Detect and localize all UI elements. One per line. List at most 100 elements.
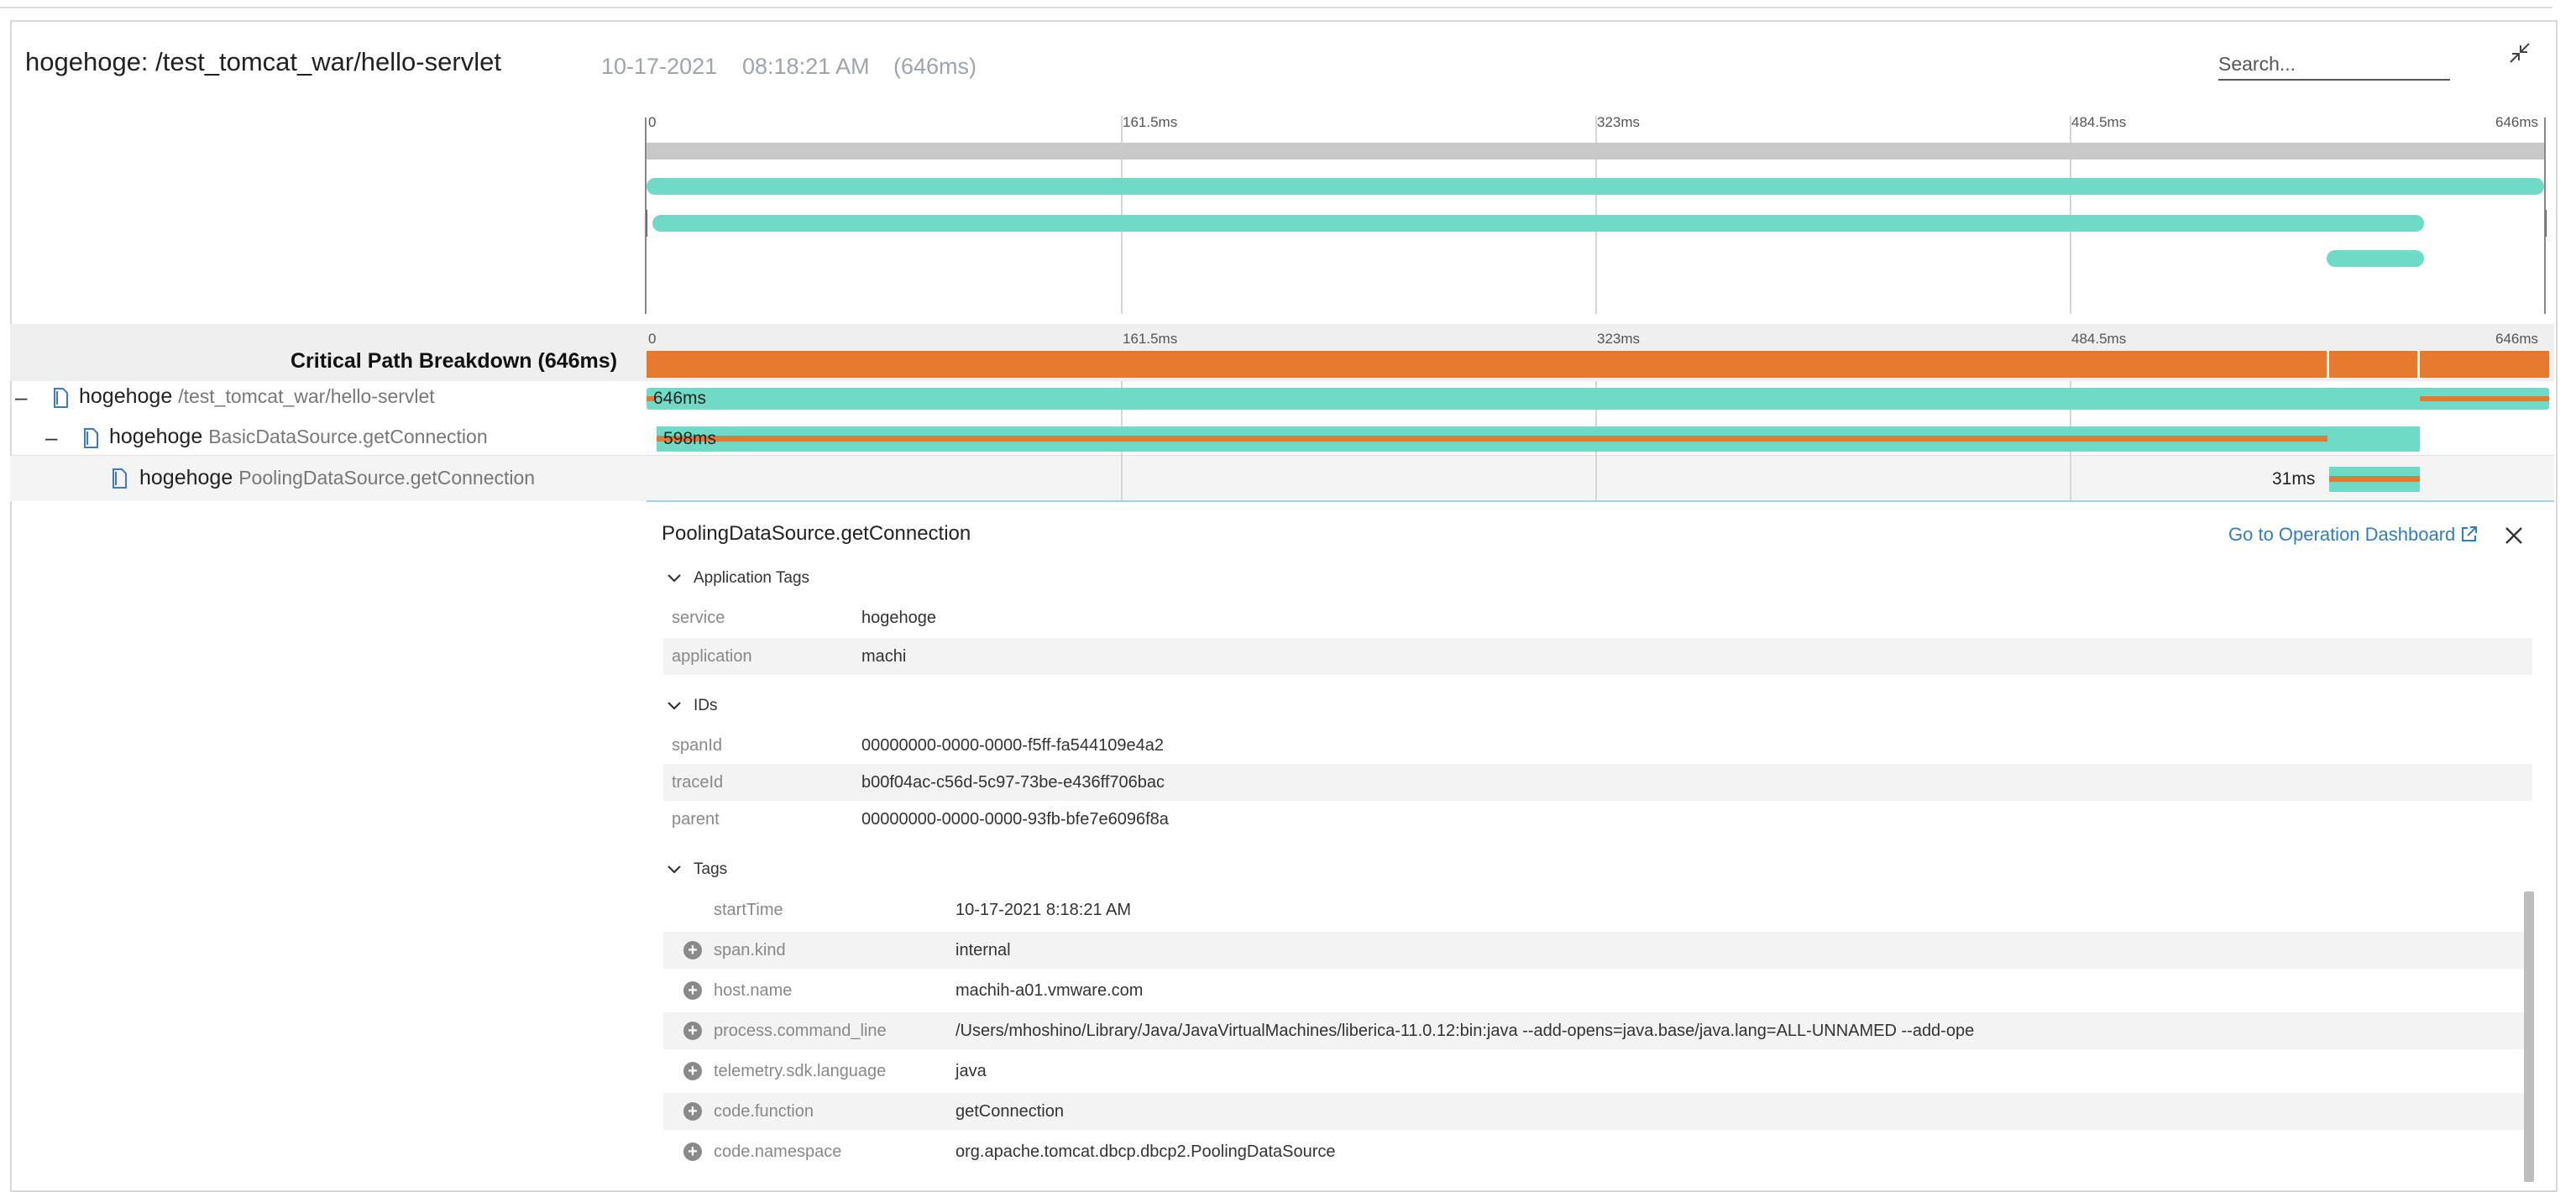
span-operation: BasicDataSource.getConnection (208, 426, 488, 447)
kv-row: + code.namespace org.apache.tomcat.dbcp.… (663, 1133, 2532, 1170)
add-filter-icon[interactable]: + (683, 1102, 702, 1121)
axis-tick-label: 0 (648, 114, 657, 130)
add-filter-icon[interactable]: + (683, 1022, 702, 1040)
detail-title: PoolingDataSource.getConnection (662, 522, 971, 545)
tag-key: application (672, 647, 752, 666)
overview-span-bar (652, 215, 2424, 232)
top-divider (0, 0, 2552, 8)
tag-key: code.function (714, 1102, 814, 1121)
overview-span-bar (2327, 250, 2424, 267)
span-operation: /test_tomcat_war/hello-servlet (178, 385, 435, 407)
tags-scrollbar[interactable] (2524, 891, 2534, 1182)
document-icon (111, 468, 128, 493)
tag-key: code.namespace (714, 1142, 842, 1161)
critical-path-segment (2329, 476, 2420, 482)
tag-value: org.apache.tomcat.dbcp.dbcp2.PoolingData… (956, 1142, 1336, 1161)
tag-key: telemetry.sdk.language (714, 1062, 887, 1080)
critical-path-bar (647, 351, 2549, 378)
section-tags[interactable]: Tags (694, 860, 727, 879)
collapse-icon[interactable] (2507, 40, 2532, 65)
tag-key: span.kind (714, 941, 786, 959)
overview-right-border (2544, 118, 2546, 314)
tag-key: service (672, 609, 725, 627)
collapse-icon-svg (2510, 43, 2530, 63)
collapse-toggle[interactable]: – (15, 384, 27, 410)
critical-path-label: Critical Path Breakdown (646ms) (291, 349, 618, 373)
critical-path-segment (657, 436, 2327, 442)
id-key: spanId (672, 736, 723, 755)
tag-key: process.command_line (714, 1022, 887, 1040)
kv-row: + code.function getConnection (663, 1093, 2532, 1130)
axis-tick-label: 161.5ms (1123, 331, 1178, 347)
search-box (2218, 49, 2450, 81)
id-value: 00000000-0000-0000-93fb-bfe7e6096f8a (861, 810, 1169, 829)
goto-dashboard-link[interactable]: Go to Operation Dashboard (2228, 524, 2479, 546)
search-input[interactable] (2218, 49, 2450, 79)
kv-row: + span.kind internal (663, 932, 2532, 969)
span-operation: PoolingDataSource.getConnection (238, 467, 536, 489)
kv-row: parent 00000000-0000-0000-93fb-bfe7e6096… (663, 801, 2532, 838)
id-key: traceId (672, 773, 724, 792)
close-icon[interactable] (2504, 525, 2524, 546)
id-value: b00f04ac-c56d-5c97-73be-e436ff706bac (861, 773, 1165, 792)
overview-span-bar (647, 178, 2544, 195)
axis-tick-label: 0 (648, 331, 657, 347)
trace-date: 10-17-2021 (601, 54, 718, 79)
tag-value: internal (956, 941, 1011, 959)
span-row-label[interactable]: hogehoge PoolingDataSource.getConnection (139, 466, 535, 490)
axis-tick-label: 646ms (2495, 114, 2539, 130)
axis-tick-label: 323ms (1597, 331, 1641, 347)
kv-row: + host.name machih-a01.vmware.com (663, 972, 2532, 1009)
chevron-down-icon[interactable] (667, 700, 682, 715)
kv-row: service hogehoge (663, 599, 2532, 636)
trace-duration: (646ms) (893, 54, 977, 79)
tag-key: host.name (714, 981, 793, 1000)
add-filter-icon[interactable]: + (683, 981, 702, 1000)
span-duration: 31ms (2272, 469, 2316, 489)
tag-value: hogehoge (861, 609, 936, 627)
critical-path-divider (2327, 351, 2329, 378)
tag-value: machi (861, 647, 907, 666)
add-filter-icon[interactable]: + (683, 1142, 702, 1161)
axis-tick-label: 323ms (1597, 114, 1641, 130)
critical-path-divider (2417, 351, 2420, 378)
span-row-label[interactable]: hogehoge /test_tomcat_war/hello-servlet (79, 384, 435, 409)
tag-value: java (956, 1062, 987, 1080)
trace-title: hogehoge: /test_tomcat_war/hello-servlet (25, 47, 501, 76)
section-application-tags[interactable]: Application Tags (694, 569, 809, 588)
kv-row: spanId 00000000-0000-0000-f5ff-fa544109e… (663, 727, 2532, 764)
axis-tick-label: 161.5ms (1123, 114, 1178, 130)
document-icon (52, 388, 69, 412)
add-filter-icon[interactable]: + (683, 941, 702, 959)
overview-left-border (645, 118, 647, 314)
tag-value: /Users/mhoshino/Library/Java/JavaVirtual… (956, 1022, 1975, 1040)
id-key: parent (672, 810, 720, 829)
id-value: 00000000-0000-0000-f5ff-fa544109e4a2 (861, 736, 1164, 755)
kv-row: + process.command_line /Users/mhoshino/L… (663, 1012, 2532, 1049)
collapse-toggle[interactable]: – (45, 425, 57, 451)
axis-tick-label: 646ms (2495, 331, 2539, 347)
add-filter-icon[interactable]: + (683, 1062, 702, 1080)
tag-value: 10-17-2021 8:18:21 AM (956, 901, 1132, 919)
axis-tick-label: 484.5ms (2071, 114, 2127, 130)
span-duration: 598ms (663, 429, 717, 448)
kv-row: startTime 10-17-2021 8:18:21 AM (663, 891, 2532, 928)
span-duration: 646ms (653, 389, 707, 408)
overview-span-bar (647, 143, 2544, 159)
span-service: hogehoge (139, 466, 233, 489)
goto-dashboard-label: Go to Operation Dashboard (2228, 524, 2456, 545)
tag-value: machih-a01.vmware.com (956, 981, 1144, 1000)
document-icon (82, 428, 99, 452)
kv-row: + telemetry.sdk.language java (663, 1053, 2532, 1090)
span-service: hogehoge (109, 425, 203, 448)
external-link-icon (2462, 526, 2478, 541)
span-row-label[interactable]: hogehoge BasicDataSource.getConnection (109, 425, 488, 449)
span-service: hogehoge (79, 384, 173, 408)
critical-path-segment (2420, 396, 2549, 401)
span-bar[interactable] (647, 388, 2549, 410)
chevron-down-icon[interactable] (667, 572, 682, 588)
kv-row: traceId b00f04ac-c56d-5c97-73be-e436ff70… (663, 764, 2532, 801)
chevron-down-icon[interactable] (667, 864, 682, 879)
section-ids[interactable]: IDs (694, 697, 718, 715)
axis-tick-label: 484.5ms (2071, 331, 2127, 347)
